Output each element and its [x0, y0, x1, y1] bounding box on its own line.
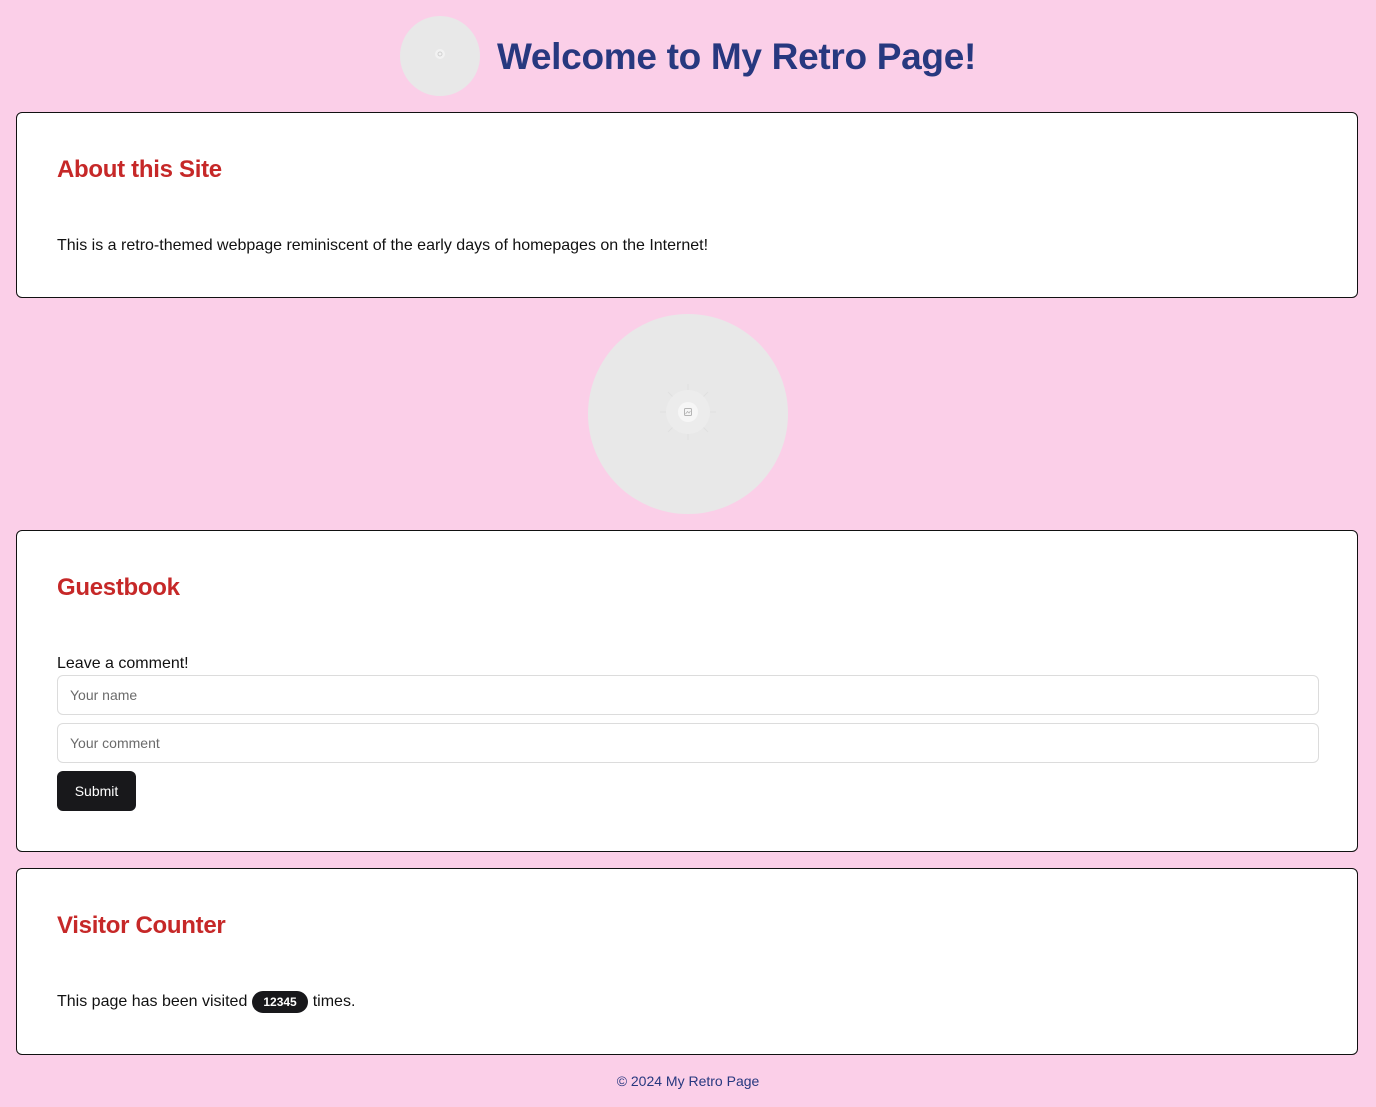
visitor-counter-heading: Visitor Counter	[57, 912, 226, 939]
guestbook-heading: Guestbook	[57, 574, 180, 601]
page-title: Welcome to My Retro Page!	[496, 35, 977, 77]
visitor-count-badge: 12345	[252, 991, 308, 1013]
submit-button[interactable]: Submit	[57, 771, 136, 811]
page-footer: © 2024 My Retro Page	[616, 1073, 760, 1089]
comment-input[interactable]	[57, 723, 1319, 763]
visitor-text-after: times.	[312, 993, 356, 1010]
guestbook-card: Guestbook Leave a comment! Submit	[16, 530, 1358, 852]
page-header: Welcome to My Retro Page!	[0, 16, 1376, 96]
header-image-placeholder	[399, 16, 480, 96]
guestbook-prompt: Leave a comment!	[57, 655, 189, 672]
about-heading: About this Site	[57, 156, 222, 183]
name-input[interactable]	[57, 675, 1319, 715]
hero-image-placeholder	[588, 314, 788, 514]
visitor-counter-text: This page has been visited 12345 times.	[57, 989, 355, 1015]
visitor-text-before: This page has been visited	[57, 993, 248, 1010]
visitor-counter-card: Visitor Counter This page has been visit…	[16, 868, 1358, 1055]
image-placeholder-icon	[433, 47, 447, 66]
about-card: About this Site This is a retro-themed w…	[16, 112, 1358, 298]
about-text: This is a retro-themed webpage reminisce…	[57, 237, 709, 254]
image-placeholder-icon	[656, 380, 720, 449]
